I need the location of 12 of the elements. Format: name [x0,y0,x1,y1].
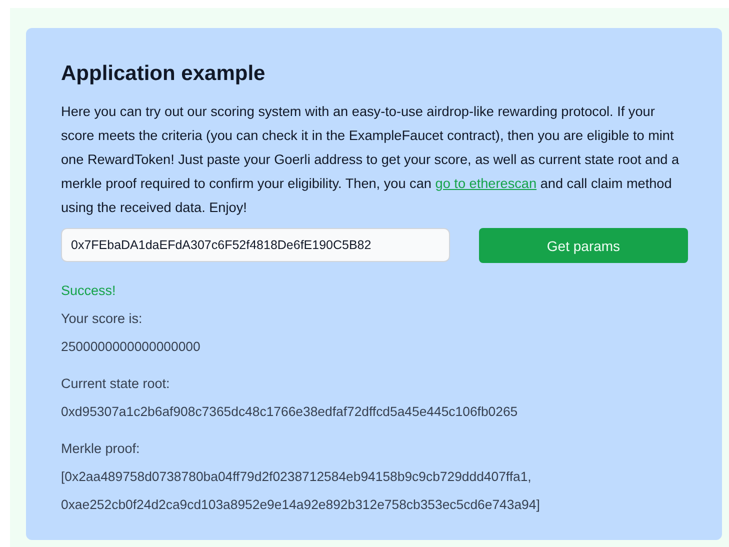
intro-paragraph: Here you can try out our scoring system with an easy-to-use airdrop-like rewarding protocol. If your score meets the criteria (you can check it in the ExampleFaucet contract), then you are eligible to mint one RewardToken! Just paste your Goerli address to get your score, as well as current state root and a merkle proof required to confirm your eligibility. Then, you can go to etherescan and call claim method using the received data. Enjoy! [61,103,680,217]
result-label: Merkle proof: [61,440,141,458]
etherscan-link[interactable]: go to etherescan [435,176,537,191]
result-label: Your score is: [61,310,144,328]
status-message: Success! [61,283,117,298]
result-label: Current state root: [61,375,171,393]
result-value: 2500000000000000000 [61,338,202,356]
result-value: [0x2aa489758d0738780ba04ff79d2f0238712584eb94158b9c9cb729ddd407ffa1, 0xae252cb0f24d2ca9cd103a8952e9e14a92e892b312e758cb353ec5cd6e743a94] [61,468,541,514]
section-title: Application example [61,62,266,86]
get-params-button[interactable]: Get params [479,228,688,263]
result-value: 0xd95307a1c2b6af908c7365dc48c1766e38edfaf72dffcd5a45e445c106fb0265 [61,403,519,421]
address-input-field[interactable]: 0x7FEbaDA1daEFdA307c6F52f4818De6fE190C5B82 [61,228,450,262]
